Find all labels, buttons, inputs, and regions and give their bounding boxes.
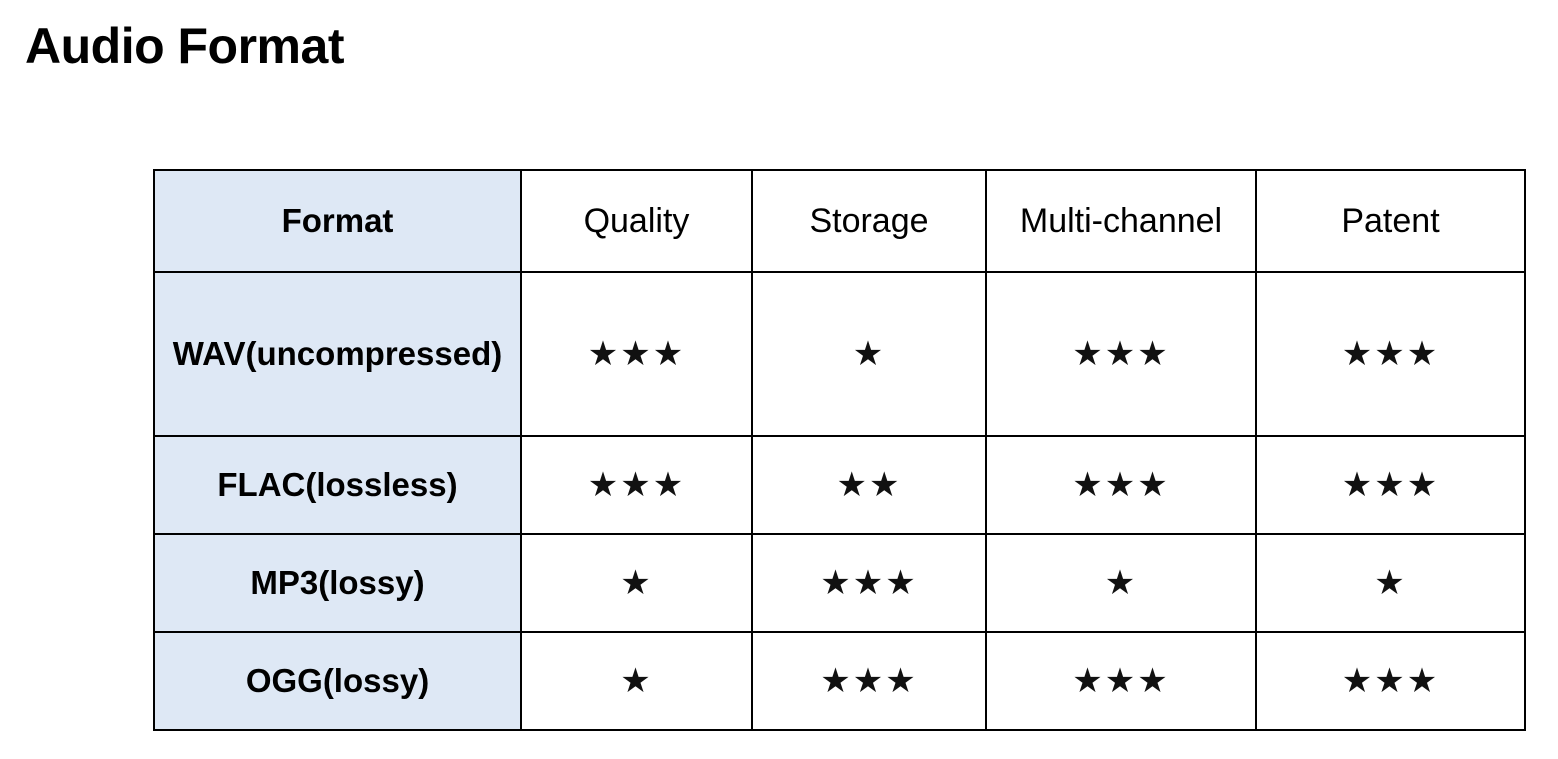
patent-rating: ★★★ [1255, 435, 1526, 535]
quality-rating: ★★★ [520, 271, 753, 437]
storage-rating: ★ [751, 271, 987, 437]
quality-rating: ★★★ [520, 435, 753, 535]
multi-channel-rating: ★ [985, 533, 1257, 633]
table-row: WAV(uncompressed) ★★★ ★ ★★★ ★★★ [153, 271, 1526, 437]
storage-rating: ★★★ [751, 533, 987, 633]
format-name: WAV(uncompressed) [153, 271, 522, 437]
header-quality: Quality [520, 169, 753, 273]
format-name: FLAC(lossless) [153, 435, 522, 535]
audio-format-table: Format Quality Storage Multi-channel Pat… [153, 169, 1526, 731]
header-format: Format [153, 169, 522, 273]
patent-rating: ★★★ [1255, 631, 1526, 731]
table-header-row: Format Quality Storage Multi-channel Pat… [153, 169, 1526, 273]
patent-rating: ★ [1255, 533, 1526, 633]
patent-rating: ★★★ [1255, 271, 1526, 437]
quality-rating: ★ [520, 631, 753, 731]
storage-rating: ★★ [751, 435, 987, 535]
format-name: MP3(lossy) [153, 533, 522, 633]
multi-channel-rating: ★★★ [985, 631, 1257, 731]
multi-channel-rating: ★★★ [985, 271, 1257, 437]
table-row: OGG(lossy) ★ ★★★ ★★★ ★★★ [153, 631, 1526, 731]
multi-channel-rating: ★★★ [985, 435, 1257, 535]
format-name: OGG(lossy) [153, 631, 522, 731]
page-title: Audio Format [25, 18, 344, 74]
table-row: FLAC(lossless) ★★★ ★★ ★★★ ★★★ [153, 435, 1526, 535]
storage-rating: ★★★ [751, 631, 987, 731]
header-multi-channel: Multi-channel [985, 169, 1257, 273]
header-patent: Patent [1255, 169, 1526, 273]
quality-rating: ★ [520, 533, 753, 633]
slide: Audio Format Format Quality Storage Mult… [0, 0, 1558, 759]
header-storage: Storage [751, 169, 987, 273]
table-row: MP3(lossy) ★ ★★★ ★ ★ [153, 533, 1526, 633]
